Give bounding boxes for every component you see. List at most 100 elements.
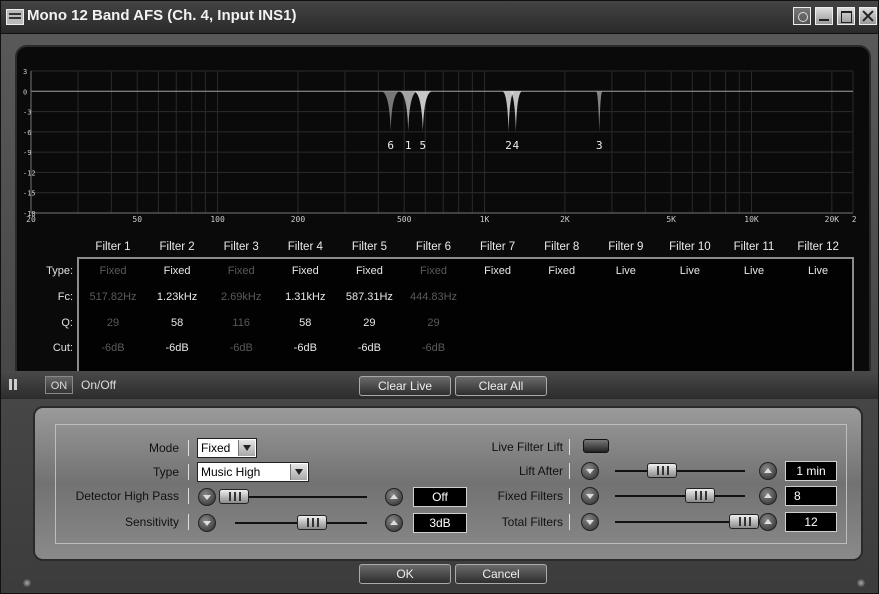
lift-after-value[interactable]: 1 min — [785, 461, 837, 481]
filter-q-cell[interactable]: 29 — [81, 317, 145, 329]
ok-button[interactable]: OK — [359, 564, 451, 584]
filter-type-cell[interactable]: Fixed — [530, 265, 594, 277]
filter-header: Filter 7 — [480, 241, 516, 253]
y-tick-label: -12 — [23, 169, 36, 177]
filter-fc-cell[interactable]: 2.69kHz — [209, 291, 273, 303]
sensitivity-slider-thumb[interactable] — [297, 515, 327, 530]
filter-type-cell[interactable]: Fixed — [466, 265, 530, 277]
screw-icon — [23, 579, 31, 587]
filter-header: Filter 4 — [287, 241, 323, 253]
y-tick-label: -3 — [23, 109, 31, 117]
frequency-response-plot: 3 0 -3 -6 -9 -12 -15 -18 20 50 100 200 500 1K 2K 5K 10K… — [21, 63, 866, 238]
x-tick-label: 50 — [132, 215, 142, 224]
total-filters-value[interactable]: 12 — [785, 512, 837, 532]
onoff-bar: ON On/Off Clear Live Clear All — [1, 371, 878, 399]
chevron-down-icon[interactable] — [238, 440, 255, 456]
chevron-down-icon[interactable] — [290, 464, 307, 480]
filter-type-cell[interactable]: Fixed — [402, 265, 466, 277]
minimize-button[interactable] — [815, 7, 833, 25]
plot-svg: 30-3-6-9-12-15-18 20 50 100 200 500 1K 2K 5K 10K… — [23, 68, 866, 224]
detector-increase-button[interactable] — [385, 488, 403, 506]
fixed-filters-slider-track[interactable] — [615, 495, 745, 497]
filter-cut-cell[interactable]: -6dB — [145, 342, 209, 354]
detector-decrease-button[interactable] — [198, 488, 216, 506]
lift-after-decrease-button[interactable] — [581, 462, 599, 480]
filter-header: Filter 1 — [95, 241, 131, 253]
x-tick-label: 2K — [560, 215, 570, 224]
x-tick-label: 500 — [397, 215, 412, 224]
row-label-fc: Fc: — [57, 291, 73, 303]
notch-label: 2 — [505, 139, 512, 152]
pause-icon — [9, 379, 12, 390]
y-tick-label: -9 — [23, 149, 31, 157]
window-title: Mono 12 Band AFS (Ch. 4, Input INS1) — [27, 7, 297, 24]
afs-window: Mono 12 Band AFS (Ch. 4, Input INS1) 3 0 -… — [0, 0, 879, 594]
total-filters-slider-thumb[interactable] — [729, 514, 759, 529]
filter-cut-cell[interactable]: -6dB — [81, 342, 145, 354]
x-tick-label: 5K — [666, 215, 676, 224]
live-filter-lift-toggle[interactable] — [583, 439, 609, 453]
filter-type-cell[interactable]: Fixed — [273, 265, 337, 277]
y-tick-label: -15 — [23, 190, 36, 198]
filter-q-cell[interactable]: 58 — [145, 317, 209, 329]
row-label-q: Q: — [61, 317, 73, 329]
filter-header: Filter 11 — [733, 241, 775, 253]
filter-cut-cell[interactable]: -6dB — [209, 342, 273, 354]
filter-cut-cell[interactable]: -6dB — [402, 342, 466, 354]
filter-fc-cell[interactable]: 517.82Hz — [81, 291, 145, 303]
filter-fc-cell[interactable]: 444.83Hz — [402, 291, 466, 303]
fixed-filters-value[interactable]: 8 — [785, 486, 837, 506]
lift-after-increase-button[interactable] — [759, 462, 777, 480]
filter-fc-cell[interactable]: 1.31kHz — [273, 291, 337, 303]
x-tick-label: 24K — [852, 215, 857, 224]
mode-value: Fixed — [201, 441, 231, 455]
fixed-filters-slider-thumb[interactable] — [685, 488, 715, 503]
filter-fc-cell[interactable]: 587.31Hz — [337, 291, 401, 303]
y-tick-label: -6 — [23, 129, 31, 137]
separator — [188, 464, 189, 480]
sensitivity-decrease-button[interactable] — [198, 514, 216, 532]
filter-q-cell[interactable]: 116 — [209, 317, 273, 329]
x-tick-label: 200 — [291, 215, 306, 224]
fixed-filters-increase-button[interactable] — [759, 487, 777, 505]
maximize-button[interactable] — [837, 7, 855, 25]
separator — [188, 440, 189, 456]
lift-after-slider-thumb[interactable] — [647, 463, 677, 478]
settings-gear-icon[interactable] — [793, 7, 811, 25]
filter-q-cell[interactable]: 29 — [337, 317, 401, 329]
filter-type-cell[interactable]: Live — [594, 265, 658, 277]
fixed-filters-decrease-button[interactable] — [581, 487, 599, 505]
notch-label: 3 — [596, 139, 603, 152]
filter-type-cell[interactable]: Fixed — [145, 265, 209, 277]
lift-after-slider-track[interactable] — [615, 470, 745, 472]
cancel-button[interactable]: Cancel — [455, 564, 547, 584]
type-select[interactable]: Music High — [197, 462, 309, 482]
row-label-cut: Cut: — [52, 342, 73, 354]
mode-select[interactable]: Fixed — [197, 438, 257, 458]
detector-slider-thumb[interactable] — [219, 489, 249, 504]
clear-all-button[interactable]: Clear All — [455, 376, 547, 396]
filter-cut-cell[interactable]: -6dB — [273, 342, 337, 354]
filter-type-cell[interactable]: Live — [658, 265, 722, 277]
on-button[interactable]: ON — [45, 376, 73, 394]
notch-label: 4 — [513, 139, 520, 152]
filter-q-cell[interactable]: 29 — [402, 317, 466, 329]
close-button[interactable] — [859, 7, 877, 25]
sensitivity-increase-button[interactable] — [385, 514, 403, 532]
filter-type-cell[interactable]: Live — [722, 265, 786, 277]
notch-label: 6 — [387, 139, 394, 152]
x-tick-label: 1K — [480, 215, 490, 224]
filter-type-cell[interactable]: Live — [786, 265, 850, 277]
filter-type-cell[interactable]: Fixed — [81, 265, 145, 277]
filter-fc-cell[interactable]: 1.23kHz — [145, 291, 209, 303]
filter-header: Filter 5 — [351, 241, 387, 253]
filter-type-cell[interactable]: Fixed — [209, 265, 273, 277]
clear-live-button[interactable]: Clear Live — [359, 376, 451, 396]
filter-q-cell[interactable]: 58 — [273, 317, 337, 329]
total-filters-decrease-button[interactable] — [581, 513, 599, 531]
total-filters-increase-button[interactable] — [759, 513, 777, 531]
filter-cut-cell[interactable]: -6dB — [337, 342, 401, 354]
separator — [569, 439, 570, 455]
filter-type-cell[interactable]: Fixed — [337, 265, 401, 277]
total-filters-slider-track[interactable] — [615, 521, 745, 523]
